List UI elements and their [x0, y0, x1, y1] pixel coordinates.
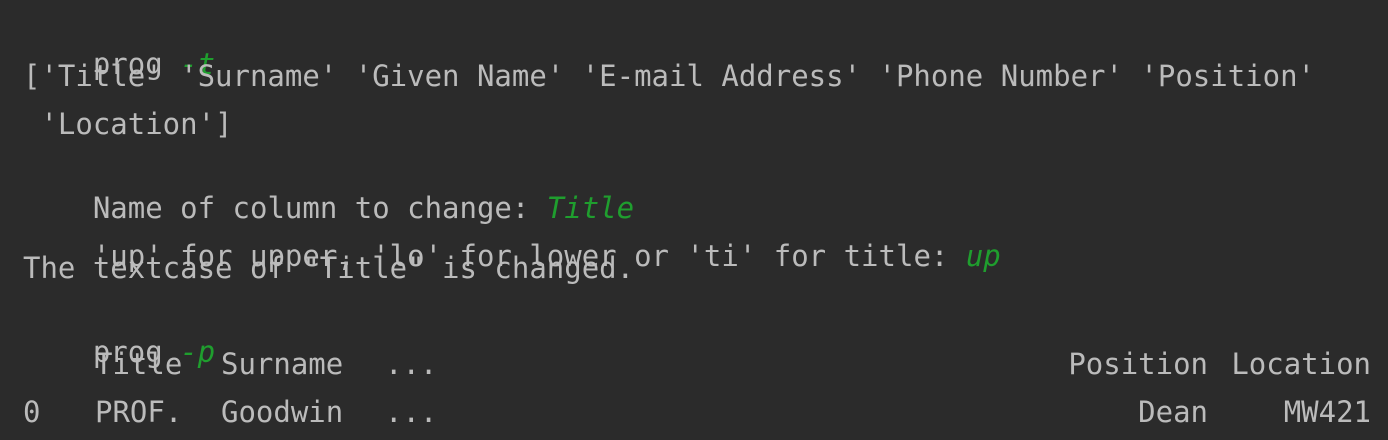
header-surname: Surname	[221, 347, 344, 381]
cell-position: Dean	[1138, 395, 1208, 429]
column-prompt-line: Name of column to change: Title	[23, 154, 634, 225]
cell-ellipsis: ...	[385, 395, 438, 429]
columns-list-line-1: ['Title' 'Surname' 'Given Name' 'E-mail …	[23, 59, 1316, 93]
header-ellipsis: ...	[385, 347, 438, 381]
user-input: up	[965, 239, 1001, 273]
status-message: The textcase of "Title" is changed.	[23, 251, 635, 285]
cell-location: MW421	[1283, 395, 1371, 429]
row-index: 0	[23, 395, 41, 429]
console-output[interactable]: prog -t ['Title' 'Surname' 'Given Name' …	[0, 0, 1388, 440]
header-title: Title	[95, 347, 183, 381]
command-line-1: prog -t	[23, 10, 215, 81]
user-input: -p	[180, 335, 216, 369]
header-position: Position	[1068, 347, 1208, 381]
columns-list-line-2: 'Location']	[23, 107, 233, 141]
command-line-2: prog -p	[23, 298, 215, 369]
cell-title: PROF.	[95, 395, 183, 429]
cell-surname: Goodwin	[221, 395, 344, 429]
header-location: Location	[1231, 347, 1371, 381]
case-prompt-line: 'up' for upper, 'lo' for lower or 'ti' f…	[23, 202, 1001, 273]
